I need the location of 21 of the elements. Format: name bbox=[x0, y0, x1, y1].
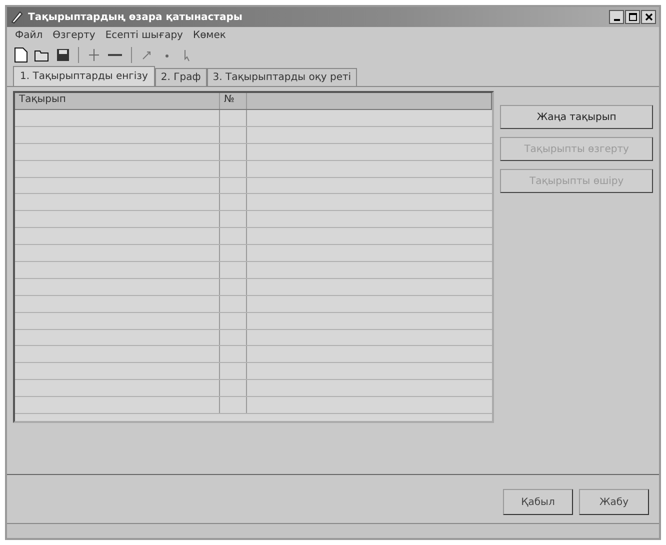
menu-item[interactable]: Файл bbox=[15, 30, 43, 41]
menu-item[interactable]: Есепті шығару bbox=[105, 30, 183, 41]
tab[interactable]: 2. Граф bbox=[154, 68, 207, 86]
close-icon bbox=[644, 13, 652, 21]
window-title: Тақырыптардың өзара қатынастары bbox=[28, 12, 242, 22]
menu-item[interactable]: Көмек bbox=[192, 30, 226, 41]
app-icon bbox=[10, 10, 24, 24]
footer-button[interactable]: Жабу bbox=[579, 489, 649, 515]
maximize-button[interactable] bbox=[625, 10, 640, 24]
tab[interactable]: 1. Тақырыптарды енгізу bbox=[13, 66, 155, 86]
maximize-icon bbox=[628, 13, 636, 21]
column-header[interactable]: Тақырып bbox=[15, 93, 220, 109]
save-icon[interactable] bbox=[55, 47, 71, 63]
side-button[interactable]: Жаңа тақырып bbox=[500, 105, 653, 129]
new-file-icon[interactable] bbox=[13, 46, 29, 64]
minimize-button[interactable] bbox=[609, 10, 624, 24]
tab[interactable]: 3. Тақырыптарды оқу реті bbox=[206, 68, 358, 86]
menu-item[interactable]: Өзгерту bbox=[52, 30, 96, 41]
footer-button[interactable]: Қабыл bbox=[503, 489, 573, 515]
close-button[interactable] bbox=[641, 10, 656, 24]
column-header[interactable]: № bbox=[220, 93, 247, 109]
